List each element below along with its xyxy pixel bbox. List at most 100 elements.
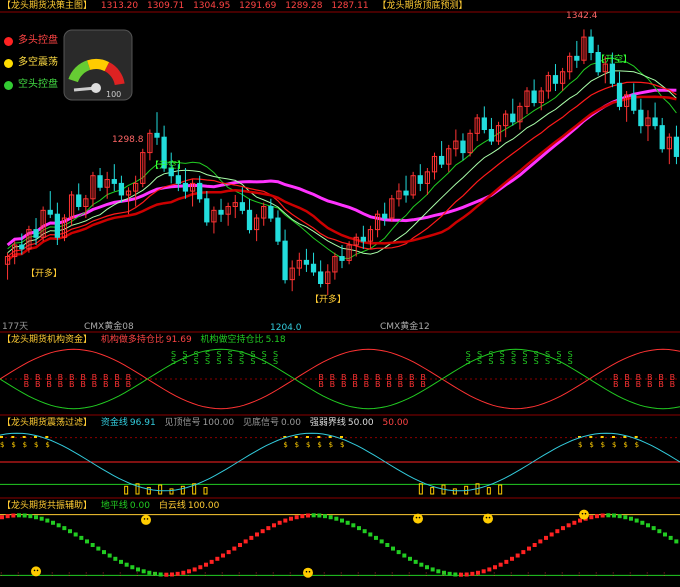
candle-body xyxy=(360,236,366,242)
resonance-block xyxy=(340,518,344,523)
candle-body xyxy=(481,117,487,130)
candle xyxy=(111,164,117,192)
panel3-label-1: 资金线 xyxy=(100,418,128,428)
right-title[interactable]: 【龙头期货顶底预测】 xyxy=(377,1,467,11)
resonance-block xyxy=(192,567,197,572)
legend-item-bull: 多头控盘 xyxy=(4,30,58,52)
resonance-block xyxy=(408,556,412,561)
bottom-tick-marker: : xyxy=(578,570,580,578)
resonance-block xyxy=(357,526,361,531)
top-signal-marker: $ xyxy=(589,441,593,449)
candle-body xyxy=(197,182,203,200)
bottom-signal-bar xyxy=(203,487,208,495)
panel3-value-5: 50.00 xyxy=(382,418,409,428)
main-title[interactable]: 【龙头期货决策主图】 xyxy=(2,1,92,11)
resonance-block xyxy=(158,572,163,577)
resonance-block xyxy=(34,515,38,520)
candle-body xyxy=(652,117,658,127)
bottom-tick-marker: : xyxy=(289,570,291,578)
open-long-signal: 【开多】 xyxy=(310,293,346,305)
panel2-title[interactable]: 【龙头期货机构资金】 xyxy=(2,335,92,345)
candle-body xyxy=(403,190,409,196)
candle-body xyxy=(111,179,117,184)
main-header: 【龙头期货决策主图】 1313.20 1309.71 1304.95 1291.… xyxy=(2,0,473,12)
candle-body xyxy=(239,202,246,211)
buy-marker: B xyxy=(364,373,370,382)
panel3-title[interactable]: 【龙头期货震荡过滤】 xyxy=(2,418,92,428)
resonance-block xyxy=(28,514,33,519)
candle xyxy=(510,98,516,126)
candle-body xyxy=(510,113,516,123)
candle xyxy=(652,102,658,130)
candle xyxy=(332,252,338,280)
resonance-block xyxy=(147,570,152,575)
main-value-6: 1287.11 xyxy=(331,1,369,11)
panel3-value-2: 100.00 xyxy=(202,418,235,428)
resonance-block xyxy=(73,532,78,537)
panel2-value-1: 91.69 xyxy=(165,335,192,345)
resonance-block xyxy=(481,569,486,574)
resonance-block xyxy=(215,556,220,561)
candle xyxy=(531,79,537,107)
resonance-block xyxy=(124,562,129,567)
candle xyxy=(360,225,366,249)
bottom-tick-marker: : xyxy=(646,570,648,578)
top-signal-mark xyxy=(317,436,321,438)
top-signal-marker: $ xyxy=(317,441,321,449)
resonance-block xyxy=(5,514,10,519)
buy-marker: B xyxy=(647,373,653,382)
resonance-block xyxy=(51,520,55,525)
bottom-signal-bar xyxy=(158,484,163,495)
bottom-tick-marker: : xyxy=(170,570,172,578)
resonance-block xyxy=(374,535,378,540)
buy-marker: B xyxy=(24,373,30,382)
resonance-block xyxy=(668,535,673,540)
resonance-block xyxy=(538,539,543,544)
candle xyxy=(118,175,125,203)
sell-marker: S xyxy=(511,357,516,366)
panel4-title[interactable]: 【龙头期货共振辅助】 xyxy=(2,501,92,511)
panel4-header: 【龙头期货共振辅助】 地平线 0.00 白云线 100.00 xyxy=(2,500,225,512)
candle xyxy=(325,264,331,296)
resonance-block xyxy=(566,523,571,528)
panel2-label-2: 机构做空持仓比 xyxy=(200,335,264,345)
smiley-eye xyxy=(418,516,421,519)
resonance-block xyxy=(498,562,503,567)
smiley-eye xyxy=(415,516,418,519)
resonance-block xyxy=(447,571,452,576)
resonance-block xyxy=(640,520,645,525)
buy-marker: B xyxy=(375,373,381,382)
smiley-eye xyxy=(146,518,149,520)
candle xyxy=(438,141,445,168)
resonance-block xyxy=(606,513,611,518)
candle xyxy=(282,229,288,284)
resonance-block xyxy=(11,513,16,518)
candle xyxy=(296,252,302,276)
candle xyxy=(346,241,352,265)
candle-body xyxy=(531,90,537,104)
buy-marker: B xyxy=(35,373,41,382)
candle xyxy=(204,191,210,226)
buy-marker: B xyxy=(92,373,98,382)
resonance-block xyxy=(521,550,526,555)
resonance-block xyxy=(130,565,135,570)
candle-body xyxy=(659,125,665,150)
resonance-block xyxy=(0,515,4,520)
sell-marker: S xyxy=(488,357,493,366)
resonance-block xyxy=(90,543,95,547)
resonance-block xyxy=(504,559,509,564)
bottom-tick-marker: : xyxy=(136,570,138,578)
sell-marker: S xyxy=(568,357,573,366)
bottom-tick-marker: : xyxy=(187,570,189,578)
resonance-block xyxy=(391,546,395,551)
sell-marker: S xyxy=(228,357,233,366)
peak-price-label: 1298.8 xyxy=(112,135,144,145)
buy-marker: B xyxy=(80,373,86,382)
legend-label: 多空震荡 xyxy=(18,57,58,68)
resonance-block xyxy=(436,569,441,574)
buy-marker: B xyxy=(420,373,426,382)
candle xyxy=(76,183,82,211)
candle-body xyxy=(552,75,559,84)
resonance-block xyxy=(272,523,276,528)
bottom-tick-marker: : xyxy=(561,570,563,578)
